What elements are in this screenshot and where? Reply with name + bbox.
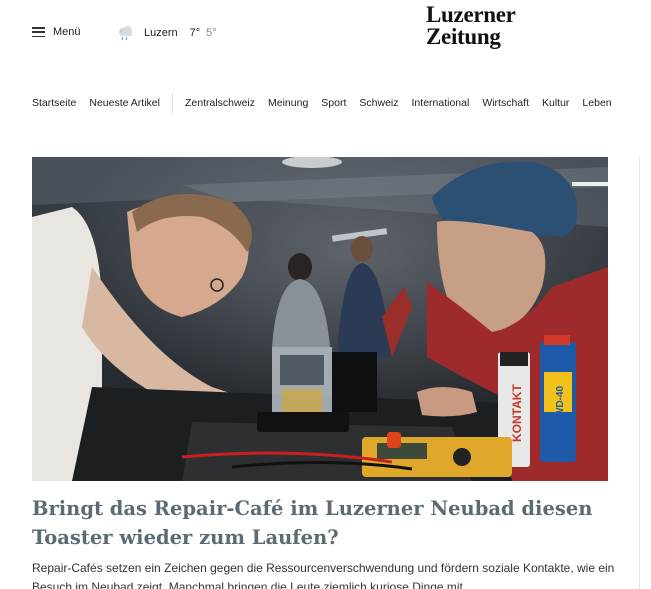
weather-widget[interactable]: Luzern 7° 5° (116, 25, 217, 41)
nav-sport[interactable]: Sport (321, 97, 346, 109)
can-right-label: WD-40 (555, 385, 566, 417)
article-headline[interactable]: Bringt das Repair-Café im Luzerner Neuba… (32, 494, 622, 552)
repair-cafe-photo: KONTAKT WD-40 (32, 157, 608, 481)
hamburger-icon (32, 27, 45, 38)
nav-divider (171, 93, 173, 113)
nav-neueste-artikel[interactable]: Neueste Artikel (89, 97, 160, 109)
site-logo[interactable]: Luzerner Zeitung (426, 2, 516, 49)
nav-startseite[interactable]: Startseite (32, 97, 76, 109)
article-hero-image[interactable]: KONTAKT WD-40 (32, 157, 608, 481)
logo-line-2: Zeitung (426, 24, 501, 49)
site-header: Menü Luzern 7° 5° Luzerner Zeitung (0, 0, 651, 70)
weather-temp-max: 7° (189, 27, 201, 39)
weather-city: Luzern (144, 27, 178, 39)
menu-label: Menü (53, 26, 81, 38)
logo-line-1: Luzerner (426, 2, 516, 27)
weather-temp-min: 5° (206, 27, 217, 39)
nav-leben[interactable]: Leben (582, 97, 611, 109)
nav-international[interactable]: International (412, 97, 470, 109)
nav-meinung[interactable]: Meinung (268, 97, 308, 109)
menu-button[interactable]: Menü (32, 26, 81, 38)
nav-schweiz[interactable]: Schweiz (359, 97, 398, 109)
cloud-rain-icon (119, 26, 132, 41)
can-left-label: KONTAKT (510, 384, 524, 442)
nav-kultur[interactable]: Kultur (542, 97, 569, 109)
article-lead: Repair-Cafés setzen ein Zeichen gegen di… (32, 561, 615, 589)
nav-primary: Startseite Neueste Artikel (32, 97, 160, 109)
nav-zentralschweiz[interactable]: Zentralschweiz (185, 97, 255, 109)
nav-wirtschaft[interactable]: Wirtschaft (482, 97, 529, 109)
column-divider (639, 157, 640, 589)
nav-sections: Zentralschweiz Meinung Sport Schweiz Int… (185, 97, 612, 109)
main-navigation: Startseite Neueste Artikel Zentralschwei… (32, 92, 612, 114)
